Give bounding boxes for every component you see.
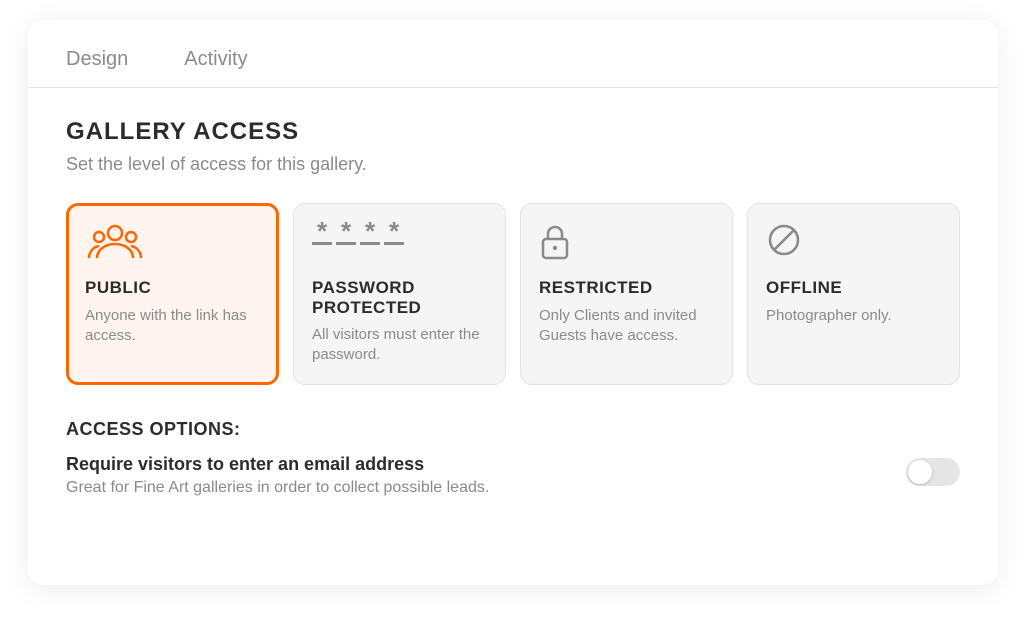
card-desc: Only Clients and invited Guests have acc… xyxy=(539,306,714,347)
access-card-offline[interactable]: OFFLINE Photographer only. xyxy=(747,203,960,385)
card-title: PASSWORD PROTECTED xyxy=(312,278,487,317)
card-title: OFFLINE xyxy=(766,278,941,298)
tab-design[interactable]: Design xyxy=(66,48,128,71)
asterisks-icon: **** xyxy=(312,222,487,266)
access-card-restricted[interactable]: RESTRICTED Only Clients and invited Gues… xyxy=(520,203,733,385)
settings-panel: Design Activity GALLERY ACCESS Set the l… xyxy=(28,20,998,585)
tab-activity[interactable]: Activity xyxy=(184,48,247,71)
option-require-email: Require visitors to enter an email addre… xyxy=(66,454,960,497)
access-card-password[interactable]: **** PASSWORD PROTECTED All visitors mus… xyxy=(293,203,506,385)
card-desc: All visitors must enter the password. xyxy=(312,325,487,366)
access-card-public[interactable]: PUBLIC Anyone with the link has access. xyxy=(66,203,279,385)
section-subtitle: Set the level of access for this gallery… xyxy=(66,154,960,175)
card-title: PUBLIC xyxy=(85,278,260,298)
prohibited-icon xyxy=(766,222,941,266)
card-desc: Anyone with the link has access. xyxy=(85,306,260,347)
require-email-toggle[interactable] xyxy=(906,458,960,486)
people-icon xyxy=(85,222,260,266)
option-text: Require visitors to enter an email addre… xyxy=(66,454,489,497)
option-title: Require visitors to enter an email addre… xyxy=(66,454,489,475)
tabs: Design Activity xyxy=(28,20,998,88)
card-desc: Photographer only. xyxy=(766,306,941,326)
option-desc: Great for Fine Art galleries in order to… xyxy=(66,479,489,497)
card-title: RESTRICTED xyxy=(539,278,714,298)
toggle-knob xyxy=(908,460,932,484)
section-title: GALLERY ACCESS xyxy=(66,118,960,146)
access-level-cards: PUBLIC Anyone with the link has access. … xyxy=(66,203,960,385)
lock-icon xyxy=(539,222,714,266)
content-area: GALLERY ACCESS Set the level of access f… xyxy=(28,88,998,527)
access-options-heading: ACCESS OPTIONS: xyxy=(66,419,960,440)
